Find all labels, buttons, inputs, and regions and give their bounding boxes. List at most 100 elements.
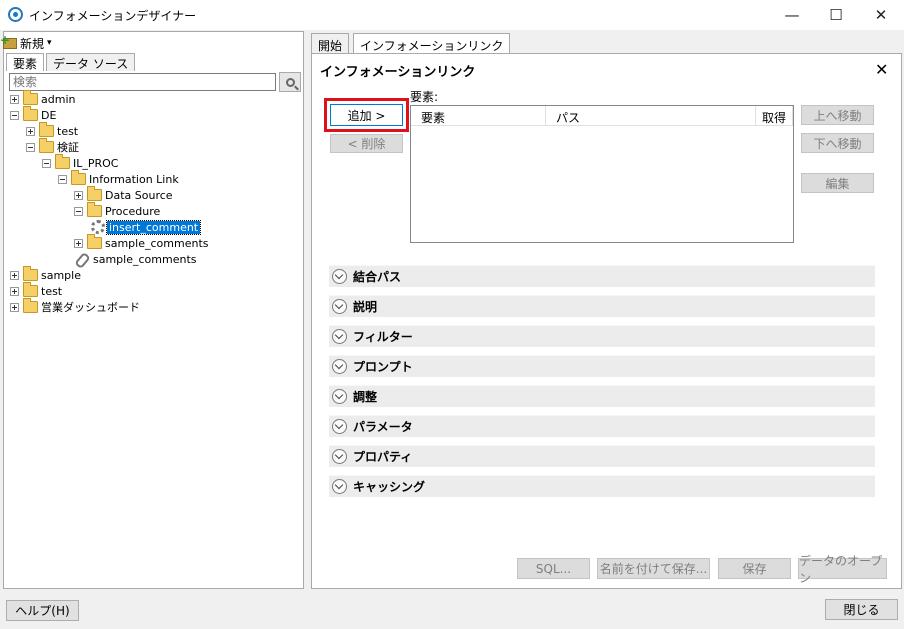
folder-icon	[23, 282, 38, 297]
section-parameters[interactable]: パラメータ	[329, 415, 875, 437]
expand-icon[interactable]	[10, 270, 19, 280]
tree-item-label: sample	[41, 268, 81, 282]
folder-icon	[39, 138, 54, 153]
expand-icon[interactable]	[10, 94, 19, 104]
window-title: インフォメーションデザイナー	[29, 9, 197, 23]
tree-item-sample[interactable]: sample	[10, 266, 81, 283]
folder-icon	[87, 186, 102, 201]
folder-icon	[71, 170, 86, 185]
tree-item-procedure[interactable]: Procedure	[74, 202, 161, 219]
section-filter[interactable]: フィルター	[329, 325, 875, 347]
save-as-button[interactable]: 名前を付けて保存...	[597, 558, 710, 579]
tree-item-sample-comments-folder[interactable]: sample_comments	[74, 234, 209, 251]
tree-item-label: test	[57, 124, 79, 138]
collapse-icon[interactable]	[74, 206, 83, 216]
help-button[interactable]: ヘルプ(H)	[6, 600, 79, 621]
information-link-icon	[75, 252, 89, 266]
folder-icon	[55, 154, 70, 169]
folder-icon	[87, 202, 102, 217]
collapse-icon[interactable]	[58, 174, 67, 184]
tab-elements[interactable]: 要素	[6, 53, 45, 71]
sql-button[interactable]: SQL...	[517, 558, 590, 579]
elements-label: 要素:	[410, 90, 439, 104]
folder-icon	[87, 234, 102, 249]
section-label: フィルター	[353, 330, 413, 344]
tree-item-data-source[interactable]: Data Source	[74, 186, 173, 203]
expand-icon[interactable]	[10, 302, 19, 312]
chevron-down-icon	[332, 449, 347, 464]
section-label: 説明	[353, 300, 378, 314]
section-properties[interactable]: プロパティ	[329, 445, 875, 467]
tree-item-label: test	[41, 284, 63, 298]
add-button[interactable]: 追加 >	[330, 104, 403, 126]
new-button-label: 新規	[20, 36, 45, 51]
close-icon[interactable]: ✕	[875, 60, 888, 79]
tree-item-label: IL_PROC	[73, 156, 119, 170]
tree-item-label: 検証	[57, 141, 79, 154]
section-caching[interactable]: キャッシング	[329, 475, 875, 497]
column-header-retrieve[interactable]: 取得	[756, 106, 793, 126]
chevron-down-icon	[332, 479, 347, 494]
tree-item-label: Procedure	[105, 204, 161, 218]
collapse-icon[interactable]	[26, 142, 35, 152]
remove-button[interactable]: < 削除	[330, 134, 403, 153]
tree-item-label: 営業ダッシュボード	[41, 301, 140, 314]
search-input[interactable]	[9, 73, 276, 91]
search-button[interactable]	[279, 72, 301, 92]
new-folder-icon	[0, 33, 17, 49]
elements-list[interactable]: 要素 パス 取得	[410, 105, 794, 243]
collapse-icon[interactable]	[42, 158, 51, 168]
tree-item-kensho[interactable]: 検証	[26, 138, 79, 155]
section-conditioning[interactable]: 調整	[329, 385, 875, 407]
procedure-gear-icon	[91, 220, 105, 234]
close-window-button[interactable]: ✕	[858, 0, 904, 30]
move-up-button[interactable]: 上へ移動	[801, 105, 874, 125]
open-data-button[interactable]: データのオープン	[798, 554, 887, 585]
tree-item-label: DE	[41, 108, 57, 122]
expand-icon[interactable]	[10, 286, 19, 296]
chevron-down-icon	[332, 329, 347, 344]
tab-data-source[interactable]: データ ソース	[46, 53, 136, 71]
tree-item-label: insert_comment	[105, 219, 202, 235]
expand-icon[interactable]	[26, 126, 35, 136]
tree-item-test[interactable]: test	[26, 122, 79, 139]
tab-start[interactable]: 開始	[311, 33, 350, 53]
maximize-button[interactable]: ☐	[813, 0, 859, 30]
tree-item-label: admin	[41, 92, 76, 106]
tree-item-il-proc[interactable]: IL_PROC	[42, 154, 119, 171]
tree-item-sales-dashboard[interactable]: 営業ダッシュボード	[10, 298, 140, 315]
folder-icon	[39, 122, 54, 137]
tree-item-label: Data Source	[105, 188, 173, 202]
chevron-down-icon	[332, 269, 347, 284]
tab-information-link[interactable]: インフォメーションリンク	[353, 33, 511, 53]
chevron-down-icon	[332, 419, 347, 434]
folder-icon	[23, 266, 38, 281]
tree-item-admin[interactable]: admin	[10, 90, 76, 107]
tree-item-insert-comment[interactable]: insert_comment	[91, 219, 202, 235]
section-prompt[interactable]: プロンプト	[329, 355, 875, 377]
edit-button[interactable]: 編集	[801, 173, 874, 193]
save-button[interactable]: 保存	[718, 558, 791, 579]
collapse-icon[interactable]	[10, 110, 19, 120]
new-button[interactable]: 新規 ▾	[0, 33, 52, 51]
expand-icon[interactable]	[74, 190, 83, 200]
section-description[interactable]: 説明	[329, 295, 875, 317]
folder-icon	[23, 106, 38, 121]
move-down-button[interactable]: 下へ移動	[801, 133, 874, 153]
chevron-down-icon: ▾	[47, 38, 52, 48]
tree-item-test-root[interactable]: test	[10, 282, 63, 299]
chevron-down-icon	[332, 389, 347, 404]
tree-item-de[interactable]: DE	[10, 106, 57, 123]
section-label: プロパティ	[353, 450, 413, 464]
column-header-element[interactable]: 要素	[411, 106, 546, 126]
section-label: プロンプト	[353, 360, 413, 374]
folder-icon	[23, 298, 38, 313]
minimize-button[interactable]: —	[769, 0, 815, 30]
tree-item-information-link[interactable]: Information Link	[58, 170, 179, 187]
section-label: キャッシング	[353, 480, 426, 494]
expand-icon[interactable]	[74, 238, 83, 248]
tree-item-sample-comments-link[interactable]: sample_comments	[75, 251, 197, 267]
section-join-path[interactable]: 結合パス	[329, 265, 875, 287]
column-header-path[interactable]: パス	[546, 106, 756, 126]
close-button[interactable]: 閉じる	[825, 599, 898, 620]
